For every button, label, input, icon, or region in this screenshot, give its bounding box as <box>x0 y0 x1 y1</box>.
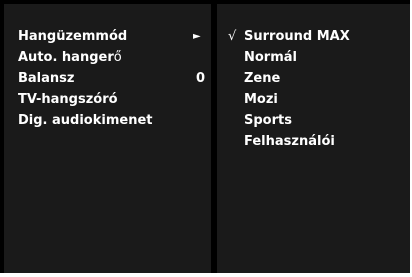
menu-item-label: Balansz <box>18 68 74 89</box>
option-label: Felhasználói <box>244 134 335 149</box>
option-label: Mozi <box>244 92 278 107</box>
label-text: TV-hangszóró <box>18 92 118 107</box>
option-label: Zene <box>244 71 281 86</box>
option-movie[interactable]: Mozi <box>217 89 410 110</box>
menu-item-balance[interactable]: Balansz 0 <box>4 68 211 89</box>
option-sports[interactable]: Sports <box>217 110 410 131</box>
option-user[interactable]: Felhasználói <box>217 131 410 152</box>
menu-item-digital-audio-out[interactable]: Dig. audiokimenet <box>4 110 211 131</box>
menu-item-label: TV-hangszóró <box>18 89 118 110</box>
option-music[interactable]: Zene <box>217 68 410 89</box>
menu-item-label: Dig. audiokimenet <box>18 110 153 131</box>
menu-item-sound-mode[interactable]: Hangüzemmód ► <box>4 26 211 47</box>
menu-item-tv-speaker[interactable]: TV-hangszóró <box>4 89 211 110</box>
right-triangle-icon: ► <box>193 31 201 42</box>
option-label: Sports <box>244 113 292 128</box>
label-text: Balansz <box>18 71 75 86</box>
menu-item-label: Hangüzemmód <box>18 26 127 47</box>
sound-mode-options-panel: √ Surround MAX Normál Zene Mozi Sports F… <box>217 4 410 273</box>
option-normal[interactable]: Normál <box>217 47 410 68</box>
menu-item-label: Auto. hangerő <box>18 47 122 68</box>
option-label: Surround MAX <box>244 29 350 44</box>
option-surround-max[interactable]: √ Surround MAX <box>217 26 410 47</box>
check-icon: √ <box>228 29 237 44</box>
label-text: Hangüzemmód <box>18 29 128 44</box>
balance-value: 0 <box>196 71 206 86</box>
option-label: Normál <box>244 50 297 65</box>
menu-frame: Hangüzemmód ► Auto. hangerő Balansz 0 TV… <box>0 0 410 273</box>
sound-menu-panel: Hangüzemmód ► Auto. hangerő Balansz 0 TV… <box>4 4 211 273</box>
label-text-thin: ő <box>113 50 122 65</box>
label-text: Auto. hanger <box>18 50 114 65</box>
menu-item-auto-volume[interactable]: Auto. hangerő <box>4 47 211 68</box>
label-text: Dig. audiokimenet <box>18 113 153 128</box>
